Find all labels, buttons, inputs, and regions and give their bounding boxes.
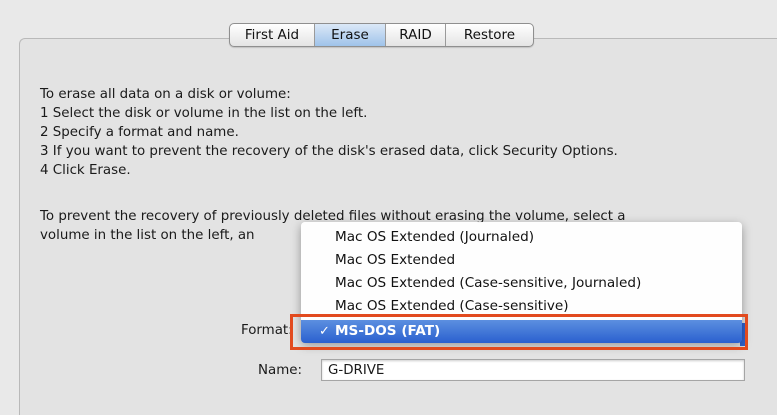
instruction-line: To erase all data on a disk or volume:	[40, 87, 291, 102]
format-option-case-sensitive-journaled[interactable]: Mac OS Extended (Case-sensitive, Journal…	[301, 272, 742, 295]
option-label: Mac OS Extended	[335, 252, 456, 268]
tab-raid[interactable]: RAID	[385, 24, 445, 46]
format-option-journaled[interactable]: Mac OS Extended (Journaled)	[301, 226, 742, 249]
tab-restore[interactable]: Restore	[445, 24, 533, 46]
erase-instructions: To erase all data on a disk or volume: 1…	[40, 85, 760, 180]
format-option-extended[interactable]: Mac OS Extended	[301, 249, 742, 272]
instruction-step-2: 2 Specify a format and name.	[40, 125, 239, 140]
format-label: Format:	[241, 323, 293, 338]
selection-highlight-box	[290, 314, 748, 350]
option-label: Mac OS Extended (Case-sensitive, Journal…	[335, 275, 642, 291]
tab-erase[interactable]: Erase	[314, 24, 385, 46]
tab-bar: First Aid Erase RAID Restore	[229, 23, 534, 47]
name-field[interactable]: G-DRIVE	[321, 359, 745, 381]
tab-first-aid[interactable]: First Aid	[230, 24, 314, 46]
name-label: Name:	[258, 363, 303, 378]
option-label: Mac OS Extended (Journaled)	[335, 229, 535, 245]
instruction-step-4: 4 Click Erase.	[40, 163, 131, 178]
instruction-step-1: 1 Select the disk or volume in the list …	[40, 106, 368, 121]
instruction-step-3: 3 If you want to prevent the recovery of…	[40, 144, 618, 159]
